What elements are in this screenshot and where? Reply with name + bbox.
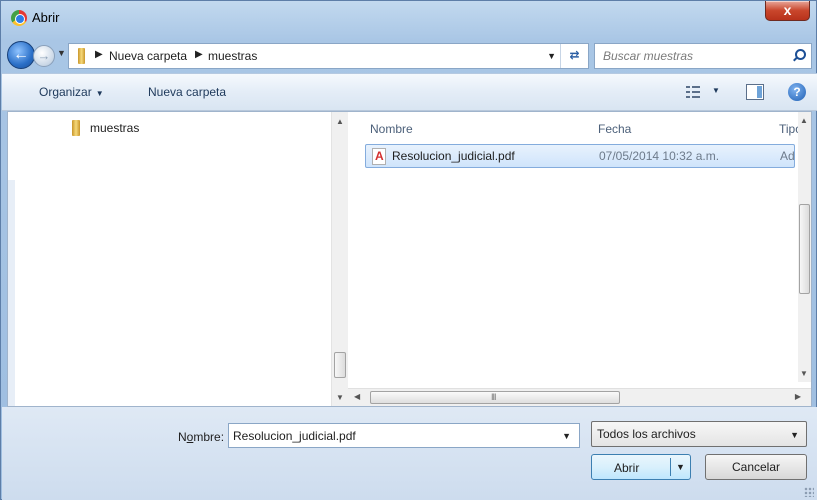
split-divider bbox=[670, 458, 671, 476]
help-icon[interactable]: ? bbox=[788, 83, 806, 101]
chrome-app-icon bbox=[11, 10, 27, 26]
details-view-icon bbox=[686, 86, 700, 98]
scrollbar-thumb[interactable] bbox=[799, 204, 810, 294]
navigation-pane: muestras ▲ ▼ bbox=[8, 112, 348, 406]
title-bar: Abrir x bbox=[1, 1, 816, 37]
file-list-horizontal-scrollbar[interactable]: ◀ III ▶ bbox=[348, 388, 811, 406]
address-bar[interactable]: ▶ Nueva carpeta ▶ muestras ▼ ⇄ bbox=[68, 43, 589, 69]
sidebar-item-label: muestras bbox=[90, 121, 140, 135]
search-input[interactable] bbox=[595, 44, 785, 68]
organize-label: Organizar bbox=[39, 85, 92, 99]
scroll-up-icon[interactable]: ▲ bbox=[800, 116, 808, 125]
scrollbar-thumb[interactable] bbox=[334, 352, 346, 378]
scroll-left-icon[interactable]: ◀ bbox=[354, 392, 360, 401]
breadcrumb-separator-icon[interactable]: ▶ bbox=[195, 49, 203, 60]
back-arrow-icon: ← bbox=[13, 46, 29, 63]
forward-arrow-icon: → bbox=[37, 48, 51, 63]
chevron-down-icon[interactable]: ▼ bbox=[562, 431, 571, 441]
file-type-select-value: Todos los archivos bbox=[597, 427, 696, 441]
pdf-icon bbox=[372, 148, 386, 165]
open-options-dropdown-icon[interactable]: ▼ bbox=[676, 462, 685, 472]
back-button[interactable]: ← bbox=[7, 41, 35, 69]
chevron-down-icon: ▼ bbox=[790, 430, 799, 440]
column-header-date[interactable]: Fecha bbox=[598, 122, 631, 136]
scroll-right-icon[interactable]: ▶ bbox=[795, 392, 801, 401]
folder-icon bbox=[73, 48, 89, 64]
file-name-label-part: mbre: bbox=[193, 430, 225, 444]
open-button-label: Abrir bbox=[614, 461, 640, 475]
refresh-button[interactable]: ⇄ bbox=[560, 44, 588, 68]
breadcrumb-separator-icon[interactable]: ▶ bbox=[95, 49, 103, 60]
refresh-icon: ⇄ bbox=[569, 48, 580, 62]
resize-grip-icon[interactable] bbox=[804, 487, 814, 497]
file-name: Resolucion_judicial.pdf bbox=[392, 149, 515, 163]
pane-edge bbox=[8, 180, 15, 406]
cancel-button[interactable]: Cancelar bbox=[705, 454, 807, 480]
command-toolbar: Organizar ▼ Nueva carpeta ▼ ? bbox=[2, 73, 817, 111]
file-name-input[interactable] bbox=[229, 424, 549, 447]
breadcrumb-nueva-carpeta[interactable]: Nueva carpeta bbox=[109, 49, 187, 63]
scrollbar-thumb[interactable]: III bbox=[370, 391, 620, 404]
breadcrumb-muestras[interactable]: muestras bbox=[208, 49, 257, 63]
column-header-type[interactable]: Tipo bbox=[779, 122, 798, 136]
search-icon[interactable] bbox=[793, 49, 806, 61]
chevron-down-icon: ▼ bbox=[95, 89, 104, 98]
file-name-combo: ▼ bbox=[228, 423, 580, 448]
forward-button[interactable]: → bbox=[33, 45, 55, 67]
column-header-name[interactable]: Nombre bbox=[370, 122, 413, 136]
recent-locations-dropdown[interactable]: ▼ bbox=[57, 48, 66, 58]
change-view-button[interactable]: ▼ bbox=[686, 84, 726, 102]
chevron-down-icon: ▼ bbox=[712, 86, 720, 95]
navigation-pane-scrollbar[interactable]: ▲ ▼ bbox=[331, 112, 348, 406]
navigation-bar: ← → ▼ ▶ Nueva carpeta ▶ muestras ▼ ⇄ bbox=[7, 37, 812, 71]
file-name-label-part: N bbox=[178, 430, 187, 444]
dialog-footer: Nombre: ▼ Todos los archivos ▼ Abrir ▼ C… bbox=[2, 407, 817, 500]
file-list-vertical-scrollbar[interactable]: ▲ ▼ bbox=[798, 112, 811, 382]
preview-pane-icon[interactable] bbox=[746, 84, 764, 100]
file-date: 07/05/2014 10:32 a.m. bbox=[599, 149, 720, 163]
open-file-dialog: Abrir x ← → ▼ ▶ Nueva carpeta ▶ muestras… bbox=[0, 0, 817, 500]
scroll-down-icon[interactable]: ▼ bbox=[336, 393, 344, 402]
file-type: Ado bbox=[780, 149, 794, 163]
file-row-selected[interactable]: Resolucion_judicial.pdf 07/05/2014 10:32… bbox=[365, 144, 795, 168]
scroll-up-icon[interactable]: ▲ bbox=[336, 117, 344, 126]
window-title: Abrir bbox=[32, 10, 60, 25]
new-folder-button[interactable]: Nueva carpeta bbox=[148, 85, 226, 99]
search-box bbox=[594, 43, 812, 69]
open-button[interactable]: Abrir ▼ bbox=[591, 454, 691, 480]
scroll-down-icon[interactable]: ▼ bbox=[800, 369, 808, 378]
folder-icon bbox=[68, 120, 84, 136]
file-list: Nombre Fecha Tipo Resolucion_judicial.pd… bbox=[348, 112, 811, 406]
content-area: muestras ▲ ▼ Nombre Fecha Tipo Resolucio… bbox=[7, 111, 812, 407]
close-button[interactable]: x bbox=[765, 1, 810, 21]
file-type-select[interactable]: Todos los archivos ▼ bbox=[591, 421, 807, 447]
file-name-label: Nombre: bbox=[178, 430, 224, 444]
scrollbar-grip: III bbox=[491, 392, 496, 402]
organize-button[interactable]: Organizar ▼ bbox=[39, 85, 104, 99]
address-dropdown-icon[interactable]: ▼ bbox=[547, 51, 556, 61]
